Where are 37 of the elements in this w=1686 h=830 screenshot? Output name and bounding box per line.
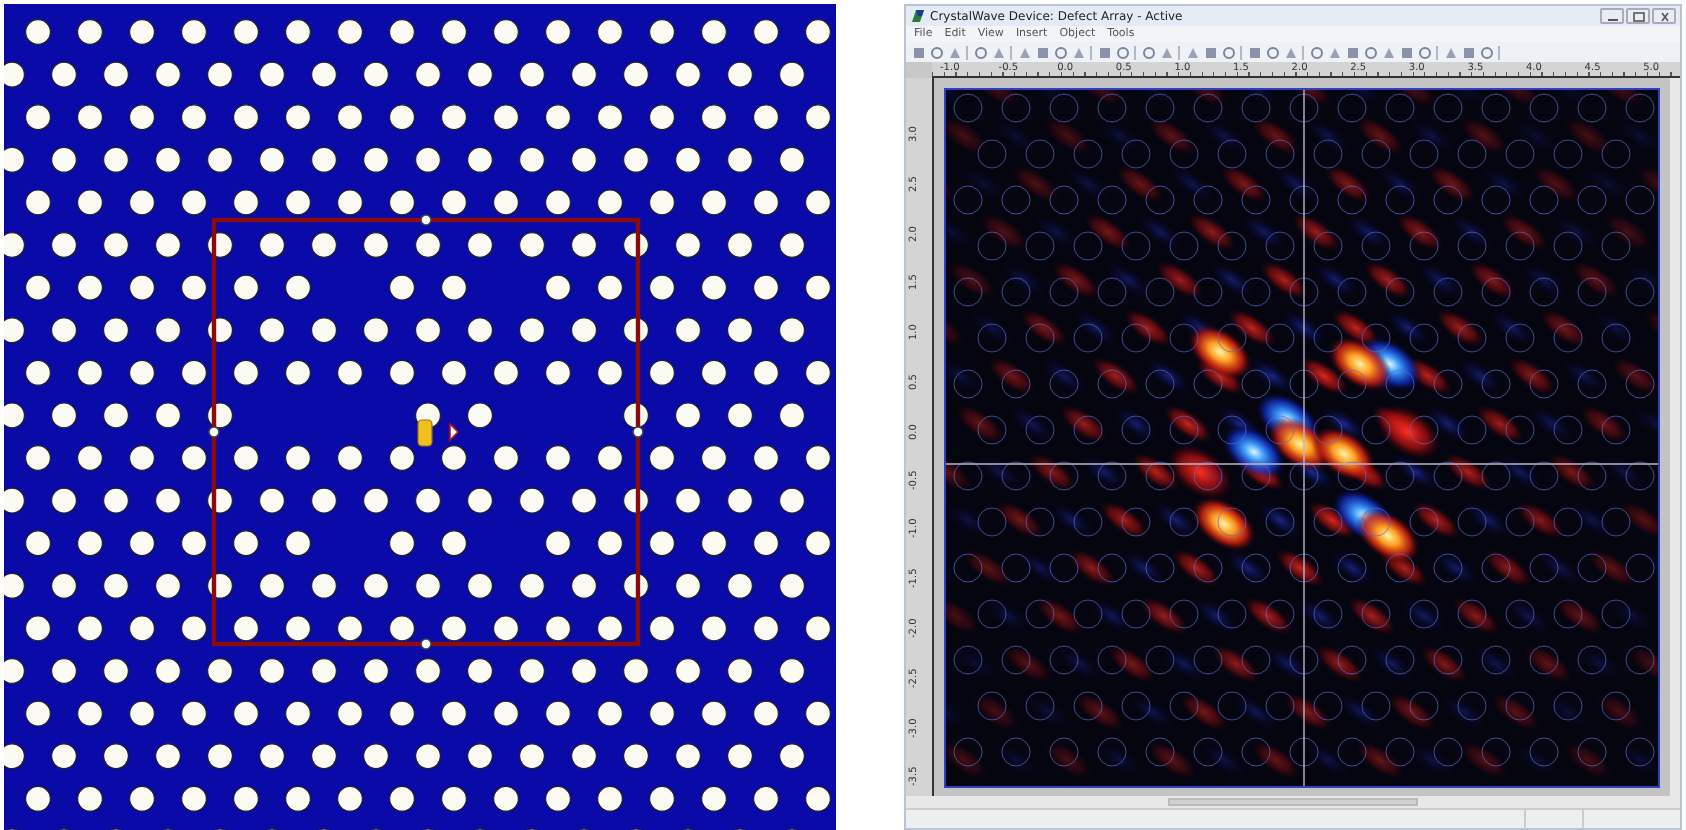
tool-icon[interactable] [972,44,988,60]
tool-icon[interactable] [1380,44,1396,60]
tool-icon[interactable] [1158,44,1174,60]
minimize-button[interactable] [1600,8,1624,24]
tool-icon[interactable] [1326,44,1342,60]
maximize-button[interactable] [1626,8,1650,24]
tool-icon[interactable] [1016,44,1032,60]
tool-icon[interactable] [1034,44,1050,60]
tool-icon[interactable] [1282,44,1298,60]
tool-icon[interactable] [1264,44,1280,60]
tool-icon[interactable] [1398,44,1414,60]
app-icon [910,8,926,24]
tool-icon[interactable] [1070,44,1086,60]
vertical-scrollbar[interactable] [1670,78,1680,796]
tool-icon[interactable] [928,44,944,60]
tool-icon[interactable] [1442,44,1458,60]
tool-icon[interactable] [1460,44,1476,60]
tool-icon[interactable] [910,44,926,60]
tool-icon[interactable] [1052,44,1068,60]
tool-icon[interactable] [1114,44,1130,60]
tool-icon[interactable] [1096,44,1112,60]
tool-icon[interactable] [1184,44,1200,60]
tool-icon[interactable] [1416,44,1432,60]
tool-icon[interactable] [1308,44,1324,60]
tool-icon[interactable] [1344,44,1360,60]
tool-icon[interactable] [1478,44,1494,60]
close-icon [1657,11,1671,21]
tool-icon[interactable] [1246,44,1262,60]
tool-icon[interactable] [1202,44,1218,60]
tool-icon[interactable] [946,44,962,60]
close-button[interactable] [1652,8,1676,24]
maximize-icon [1631,11,1645,21]
horizontal-scrollbar[interactable] [906,796,1680,808]
tool-icon[interactable] [1362,44,1378,60]
tool-icon[interactable] [990,44,1006,60]
tool-icon[interactable] [1220,44,1236,60]
tool-icon[interactable] [1140,44,1156,60]
